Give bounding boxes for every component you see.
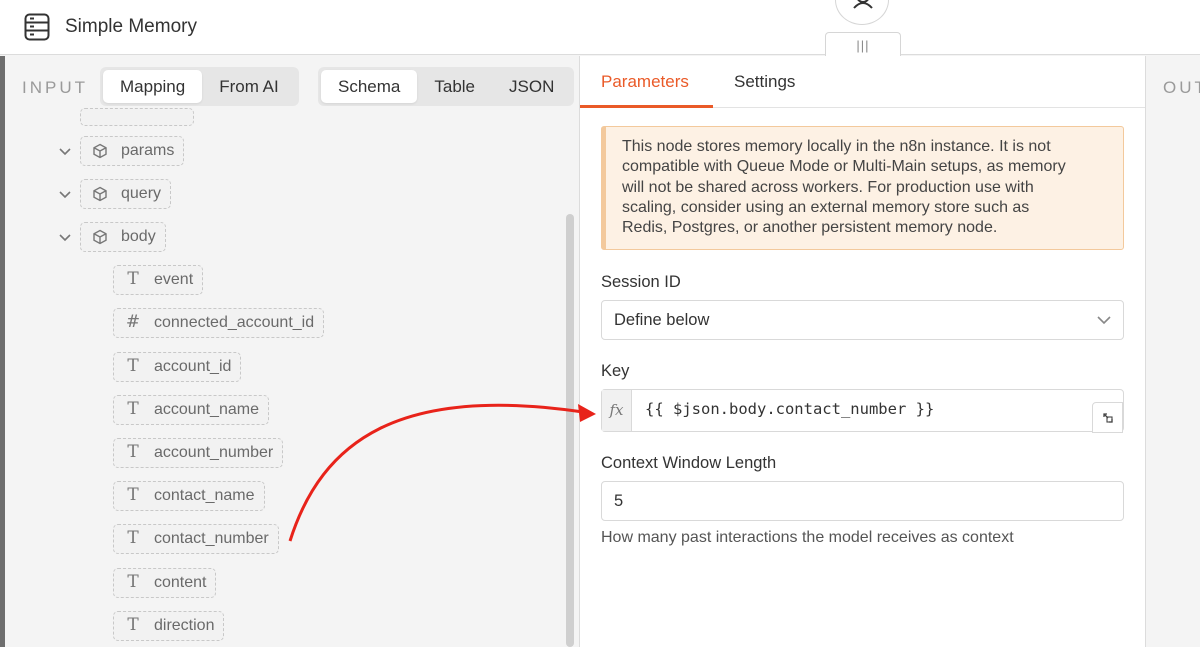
output-panel: OUTPUT	[1146, 56, 1200, 647]
parameters-panel: Parameters Settings This node stores mem…	[580, 56, 1145, 647]
view-toggle: Schema Table JSON	[318, 67, 575, 106]
schema-item-label: content	[154, 574, 207, 591]
session-id-value: Define below	[614, 311, 710, 329]
session-id-select[interactable]: Define below	[601, 300, 1124, 340]
string-type-icon: T	[127, 442, 139, 462]
view-option-schema[interactable]: Schema	[321, 70, 418, 103]
tab-settings[interactable]: Settings	[734, 72, 795, 92]
output-panel-label: OUTPUT	[1163, 78, 1200, 97]
notice-line: Redis, Postgres, or another persistent m…	[622, 219, 998, 237]
notice-line: scaling, consider using an external memo…	[622, 198, 1030, 216]
mode-option-from-ai[interactable]: From AI	[202, 70, 296, 103]
schema-item-label: contact_name	[154, 487, 255, 504]
schema-item-params[interactable]: params	[80, 136, 185, 167]
schema-item-contact-number[interactable]: T contact_number	[113, 524, 279, 554]
expand-icon	[1103, 413, 1113, 423]
node-header: Simple Memory	[0, 0, 1200, 55]
string-type-icon: T	[127, 528, 139, 548]
mode-toggle: Mapping From AI	[100, 67, 299, 106]
string-type-icon: T	[127, 572, 139, 592]
context-window-label: Context Window Length	[601, 454, 777, 472]
key-label: Key	[601, 362, 630, 380]
string-type-icon: T	[127, 615, 139, 635]
chevron-down-icon	[1097, 316, 1111, 325]
schema-item-label: body	[121, 228, 156, 245]
schema-item-label: account_number	[154, 444, 274, 461]
cube-icon	[90, 137, 110, 167]
input-panel-label: INPUT	[22, 78, 88, 97]
node-title: Simple Memory	[65, 16, 197, 37]
string-type-icon: T	[127, 485, 139, 505]
schema-item-contact-name[interactable]: T contact_name	[113, 481, 265, 511]
context-window-hint: How many past interactions the model rec…	[601, 529, 1014, 546]
chevron-down-icon[interactable]	[58, 230, 72, 244]
notice-line: compatible with Queue Mode or Multi-Main…	[622, 158, 1066, 176]
schema-item-label: query	[121, 185, 162, 202]
key-expression-field[interactable]: fx {{ $json.body.contact_number }}	[601, 389, 1124, 433]
schema-item-partial[interactable]	[80, 108, 194, 126]
mode-option-mapping[interactable]: Mapping	[103, 70, 203, 103]
string-type-icon: T	[127, 399, 139, 419]
schema-item-content[interactable]: T content	[113, 568, 217, 598]
schema-item-direction[interactable]: T direction	[113, 611, 225, 641]
view-option-json[interactable]: JSON	[492, 70, 571, 103]
notice-line: will not be shared across workers. For p…	[622, 178, 1034, 196]
schema-item-label: event	[154, 271, 194, 288]
schema-item-account-name[interactable]: T account_name	[113, 395, 269, 425]
number-type-icon: #	[125, 312, 141, 332]
expression-fx-icon: fx	[602, 390, 632, 431]
schema-item-account-id[interactable]: T account_id	[113, 352, 242, 382]
notice-line: This node stores memory locally in the n…	[622, 138, 1051, 155]
schema-item-event[interactable]: T event	[113, 265, 204, 295]
context-window-input[interactable]: 5	[601, 481, 1124, 521]
active-tab-indicator	[580, 105, 713, 108]
memory-warning-notice: This node stores memory locally in the n…	[601, 126, 1124, 250]
schema-item-connected-account-id[interactable]: # connected_account_id	[113, 308, 325, 338]
tab-parameters[interactable]: Parameters	[601, 72, 689, 92]
schema-item-query[interactable]: query	[80, 179, 172, 210]
string-type-icon: T	[127, 269, 139, 289]
schema-item-account-number[interactable]: T account_number	[113, 438, 284, 468]
session-id-label: Session ID	[601, 273, 681, 291]
parameter-tabs: Parameters Settings	[580, 56, 1145, 108]
view-option-table[interactable]: Table	[417, 70, 492, 103]
server-icon	[24, 13, 50, 41]
schema-item-label: direction	[154, 617, 215, 634]
key-expression-value: {{ $json.body.contact_number }}	[645, 400, 935, 418]
chevron-down-icon[interactable]	[58, 144, 72, 158]
user-icon	[853, 0, 873, 9]
open-expression-editor-button[interactable]	[1092, 402, 1123, 433]
schema-item-label: account_id	[154, 358, 232, 375]
cube-icon	[90, 180, 110, 210]
schema-item-label: account_name	[154, 401, 259, 418]
schema-item-label: params	[121, 142, 175, 159]
panel-drag-handle[interactable]: |||	[825, 32, 901, 56]
schema-item-label: connected_account_id	[154, 314, 315, 331]
string-type-icon: T	[127, 356, 139, 376]
cube-icon	[90, 223, 110, 253]
chevron-down-icon[interactable]	[58, 187, 72, 201]
input-scrollbar[interactable]	[566, 214, 574, 647]
schema-item-label: contact_number	[154, 530, 269, 547]
input-panel: INPUT Mapping From AI Schema Table JSON …	[5, 56, 579, 647]
schema-item-body[interactable]: body	[80, 222, 166, 252]
